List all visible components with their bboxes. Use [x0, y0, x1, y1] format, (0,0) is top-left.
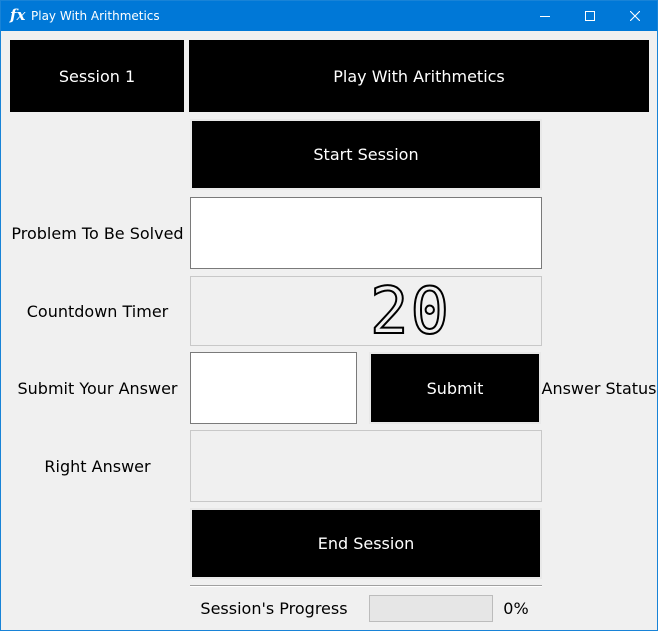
submit-button[interactable]: Submit	[369, 352, 541, 424]
answer-status-label: Answer Status	[541, 378, 657, 398]
countdown-display: 20	[190, 276, 542, 346]
minimize-icon	[540, 16, 550, 17]
session-label: Session 1	[10, 40, 184, 112]
session-progress-bar	[369, 595, 493, 622]
problem-display	[190, 197, 542, 269]
right-answer-display	[190, 430, 542, 502]
title-bar[interactable]: fx Play With Arithmetics	[1, 1, 657, 31]
fx-icon: fx	[10, 6, 26, 24]
app-window: fx Play With Arithmetics Session 1 Play …	[0, 0, 658, 631]
right-answer-label: Right Answer	[44, 456, 151, 476]
problem-label: Problem To Be Solved	[11, 223, 184, 243]
end-session-button[interactable]: End Session	[190, 508, 542, 579]
countdown-label: Countdown Timer	[26, 301, 169, 321]
progress-separator	[190, 585, 542, 587]
app-header-title: Play With Arithmetics	[189, 40, 649, 112]
progress-percent: 0%	[503, 599, 529, 618]
minimize-button[interactable]	[522, 1, 568, 31]
answer-input[interactable]	[190, 352, 357, 424]
submit-answer-label: Submit Your Answer	[17, 378, 178, 398]
maximize-icon	[585, 11, 595, 21]
progress-label: Session's Progress	[200, 599, 348, 618]
start-session-button[interactable]: Start Session	[190, 119, 542, 190]
window-title: Play With Arithmetics	[31, 9, 160, 23]
maximize-button[interactable]	[567, 1, 613, 31]
close-button[interactable]	[612, 1, 658, 31]
countdown-value: 20	[369, 275, 451, 349]
close-icon	[630, 11, 640, 21]
